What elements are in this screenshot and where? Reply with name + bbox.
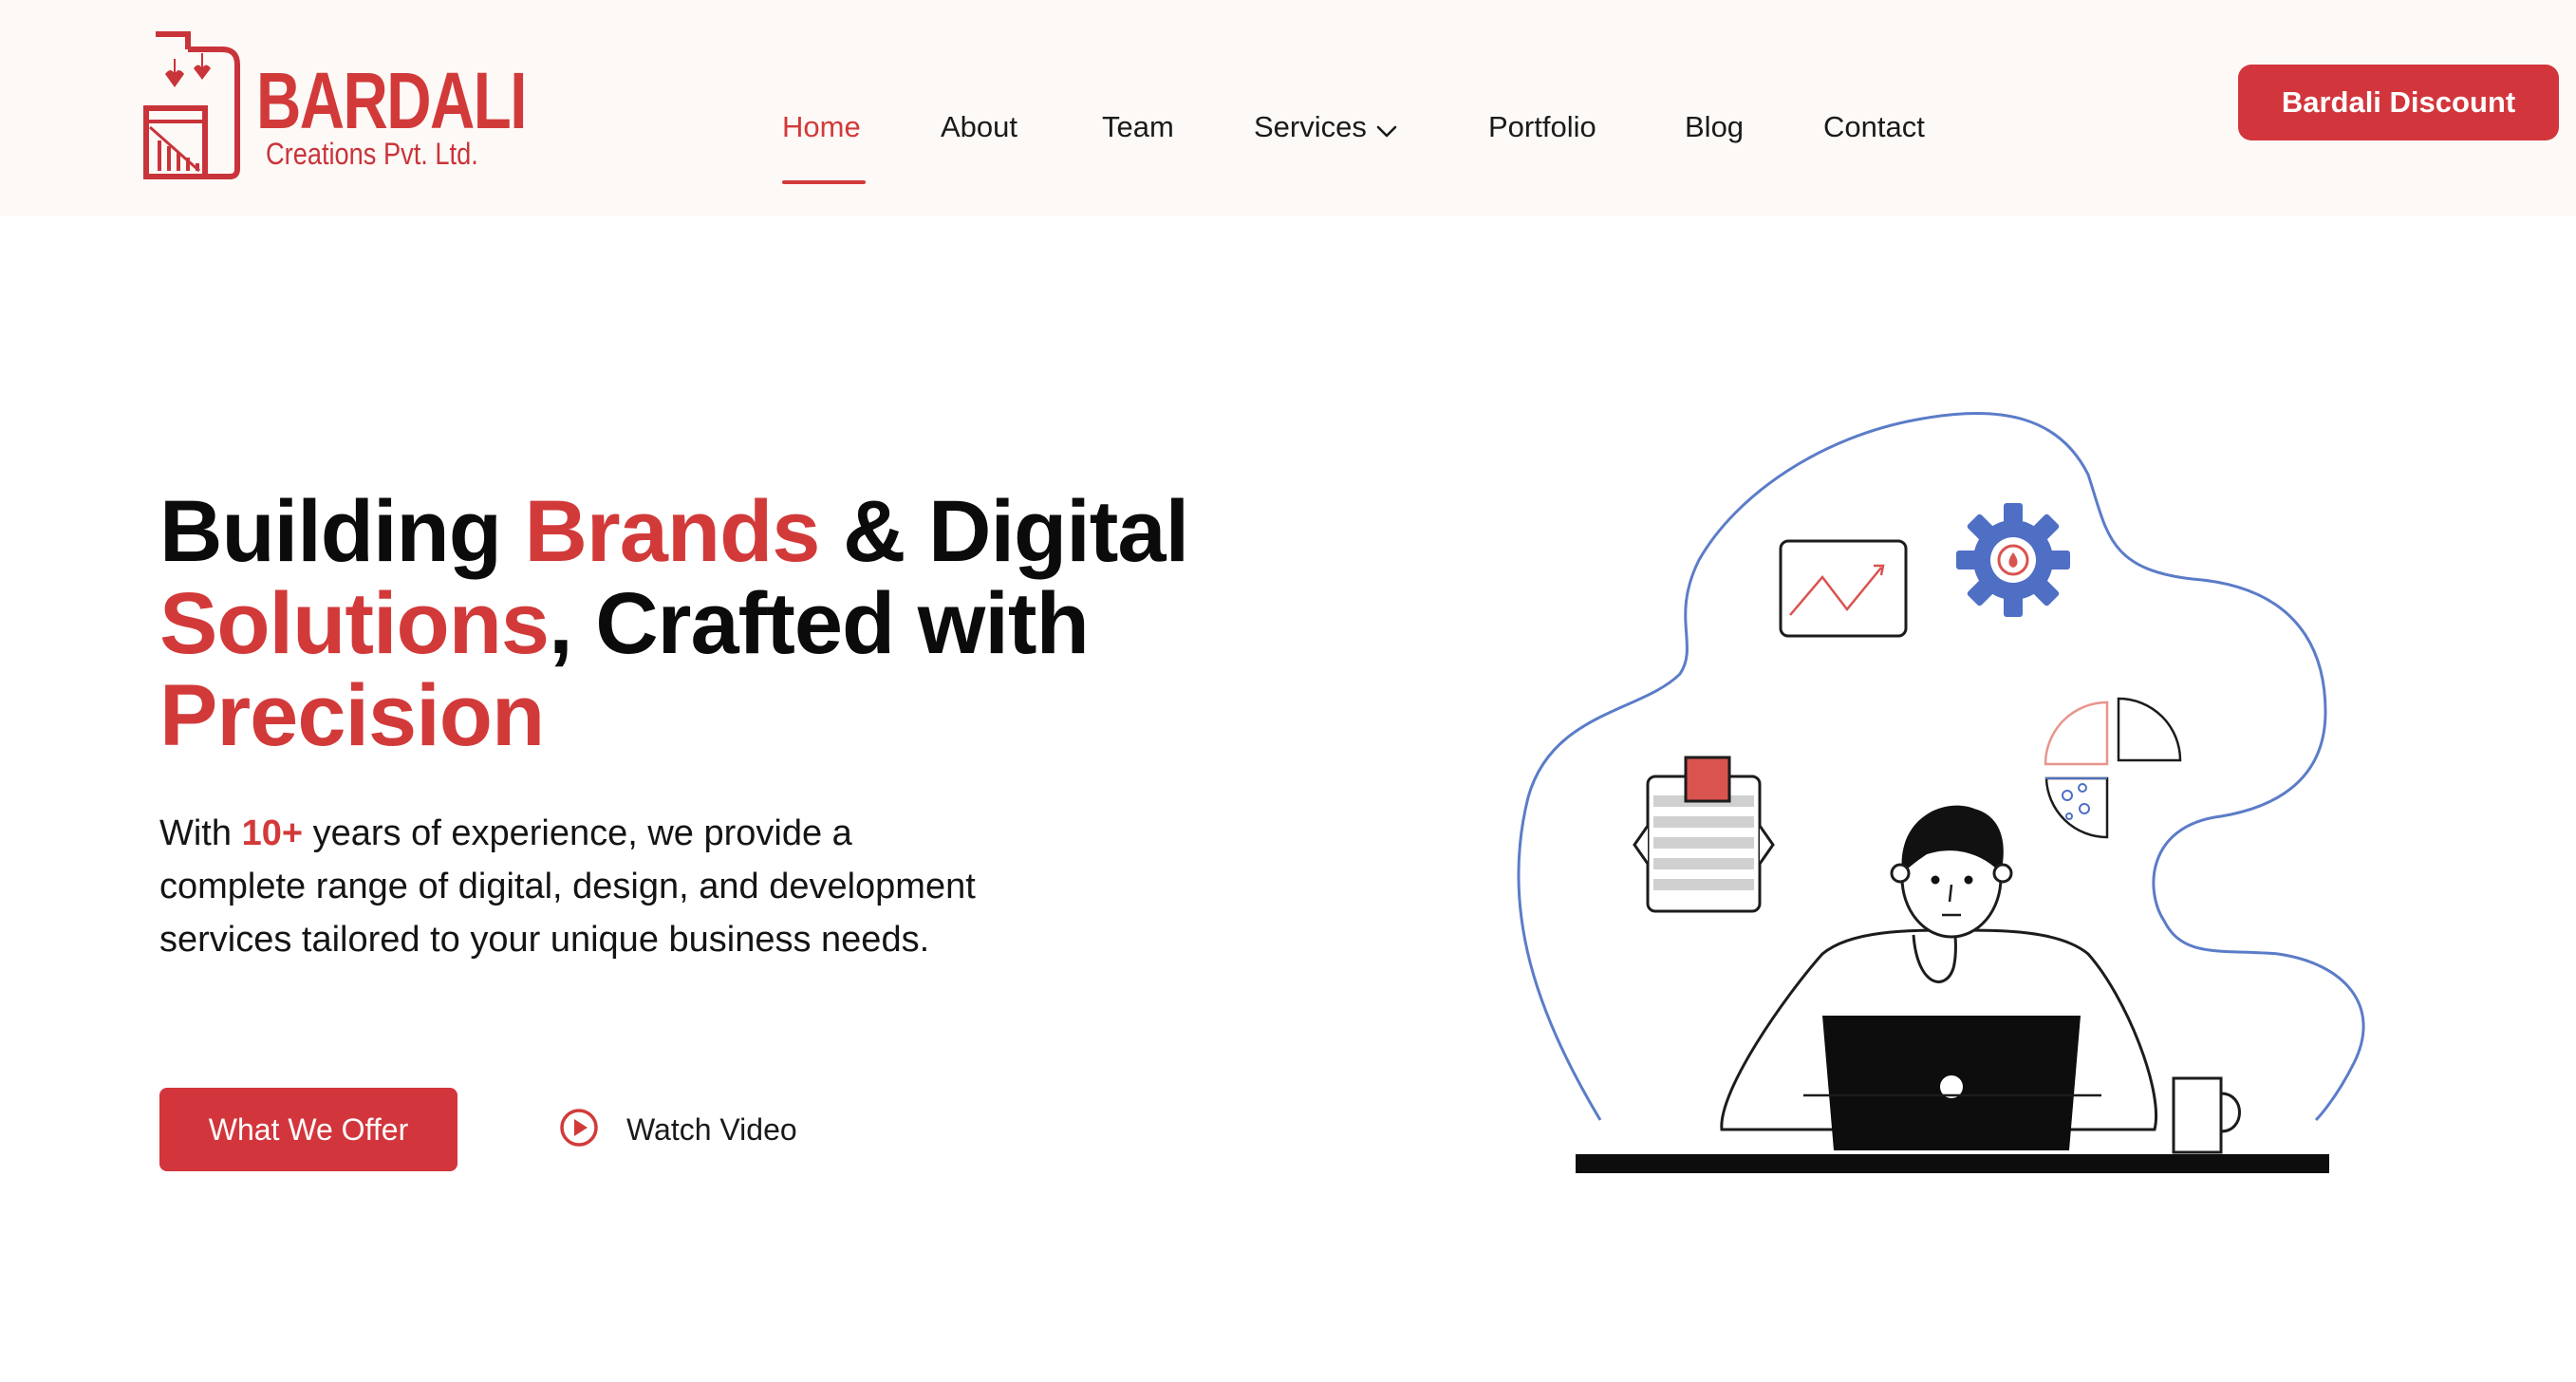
hero-title-highlight: Precision xyxy=(159,667,545,764)
chevron-down-icon xyxy=(1376,108,1397,150)
hero-title-highlight: Solutions xyxy=(159,575,550,672)
logo-icon xyxy=(143,31,240,179)
site-header: BARDALI Creations Pvt. Ltd. Home About T… xyxy=(0,0,2576,216)
active-nav-indicator xyxy=(782,180,866,184)
watch-video-label: Watch Video xyxy=(626,1111,797,1147)
years-highlight: 10+ xyxy=(241,813,304,853)
brand-logo[interactable]: BARDALI Creations Pvt. Ltd. xyxy=(139,28,527,185)
brand-subtitle: Creations Pvt. Ltd. xyxy=(266,137,478,171)
hero-title-part: & Digital xyxy=(819,483,1189,580)
nav-home[interactable]: Home xyxy=(782,106,861,148)
hero-title: Building Brands & Digital Solutions, Cra… xyxy=(159,486,1298,762)
play-circle-icon xyxy=(558,1107,600,1153)
nav-portfolio[interactable]: Portfolio xyxy=(1488,106,1596,148)
nav-contact[interactable]: Contact xyxy=(1823,106,1925,148)
brand-name: BARDALI xyxy=(256,56,527,145)
hero-title-part: Building xyxy=(159,483,525,580)
hero-title-part: , Crafted with xyxy=(549,575,1090,672)
nav-services-label: Services xyxy=(1254,110,1367,143)
nav-team[interactable]: Team xyxy=(1102,106,1174,148)
what-we-offer-button[interactable]: What We Offer xyxy=(159,1088,457,1171)
hero-title-highlight: Brands xyxy=(524,483,820,580)
hero-illustration xyxy=(1500,399,2411,1186)
bardali-discount-button[interactable]: Bardali Discount xyxy=(2238,65,2559,140)
hero-description: With 10+ years of experience, we provide… xyxy=(159,807,976,966)
hero-text-before: With xyxy=(159,813,242,853)
nav-blog[interactable]: Blog xyxy=(1685,106,1744,148)
nav-services[interactable]: Services xyxy=(1254,106,1397,150)
nav-about[interactable]: About xyxy=(941,106,1017,148)
watch-video-link[interactable]: Watch Video xyxy=(558,1106,797,1153)
person-at-laptop-illustration xyxy=(1517,411,2365,1173)
